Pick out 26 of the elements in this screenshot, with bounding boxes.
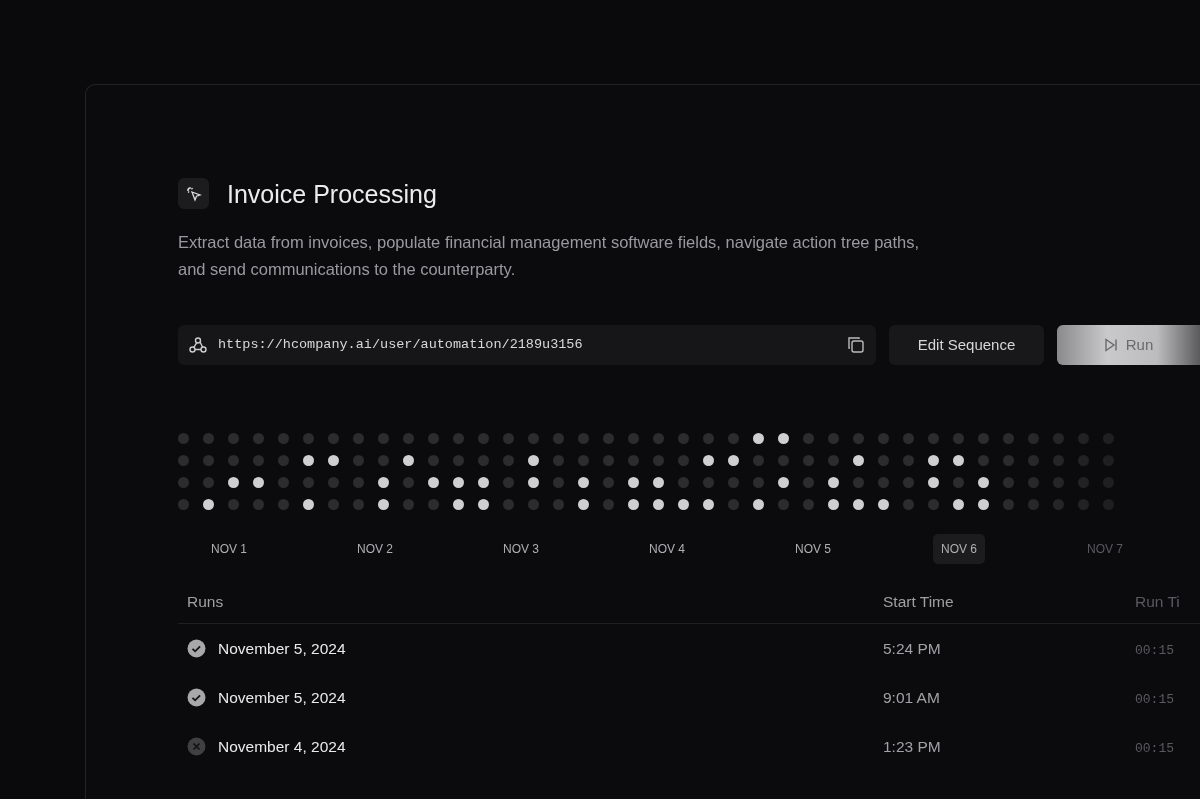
day-label[interactable]: NOV 3 (495, 534, 547, 564)
run-duration: 00:15 (1135, 691, 1174, 707)
description: Extract data from invoices, populate financial management software fields, navigate action tree paths, and send communications to the counterparty. (178, 232, 921, 280)
cursor-icon (178, 178, 209, 209)
day-label[interactable]: NOV 6 (933, 534, 985, 564)
edit-button[interactable]: Edit Sequence (889, 325, 1044, 365)
run-date: November 4, 2024 (218, 737, 346, 758)
start-time: 5:24 PM (883, 639, 941, 657)
day-label[interactable]: NOV 1 (203, 534, 255, 564)
day-label[interactable]: NOV 5 (787, 534, 839, 564)
column-header: Run Ti (1135, 593, 1180, 610)
day-label[interactable]: NOV 4 (641, 534, 693, 564)
run-duration: 00:15 (1135, 642, 1174, 658)
start-time: 9:01 AM (883, 688, 940, 706)
url-text: https://hcompany.ai/user/automation/2189u3156 (218, 335, 584, 354)
start-time: 1:23 PM (883, 737, 941, 755)
copy-icon[interactable] (846, 335, 866, 355)
column-header: Start Time (883, 593, 954, 610)
run-date: November 5, 2024 (218, 688, 346, 709)
run-duration: 00:15 (1135, 740, 1174, 756)
day-label[interactable]: NOV 2 (349, 534, 401, 564)
column-header: Runs (187, 593, 224, 610)
webhook-icon (188, 335, 208, 355)
run-date: November 5, 2024 (218, 639, 346, 660)
skip-icon (1103, 338, 1118, 352)
page-title: Invoice Processing (227, 178, 437, 209)
